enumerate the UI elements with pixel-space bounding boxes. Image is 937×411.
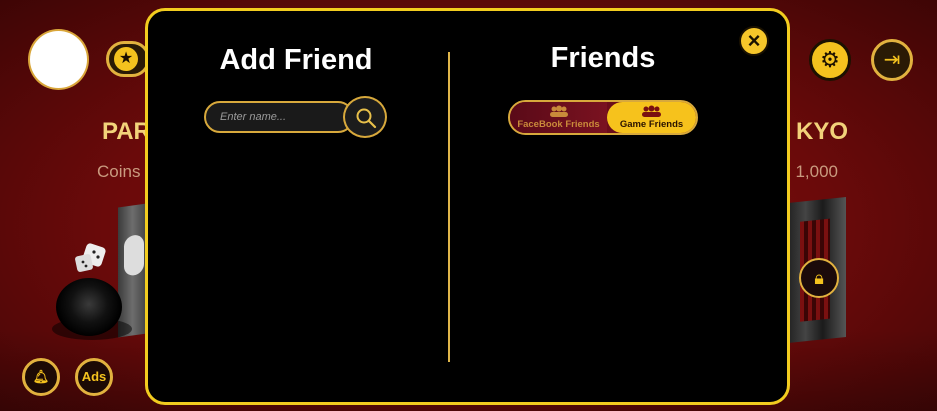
- striker-puck: [56, 278, 122, 336]
- lock-icon: 🔒︎: [814, 268, 824, 288]
- tab-game-friends[interactable]: Game Friends: [607, 102, 696, 133]
- people-icon: [550, 105, 568, 117]
- people-icon: [642, 105, 661, 117]
- star-icon: ★: [114, 47, 138, 71]
- search-icon: [356, 108, 377, 129]
- tab-facebook-friends[interactable]: FaceBook Friends: [510, 102, 607, 133]
- add-friend-title: Add Friend: [219, 44, 373, 76]
- close-button[interactable]: ×: [739, 26, 769, 56]
- ads-button[interactable]: Ads: [75, 358, 113, 396]
- friends-title: Friends: [550, 42, 656, 74]
- tab-facebook-label: FaceBook Friends: [517, 119, 600, 130]
- right-city-title: KYO: [796, 118, 849, 145]
- friends-tab-toggle: FaceBook Friends Game Friends: [508, 100, 698, 135]
- avatar[interactable]: [30, 31, 87, 88]
- modal-divider: [448, 52, 450, 362]
- lock-button[interactable]: 🔒︎: [799, 258, 839, 298]
- settings-button[interactable]: ⚙: [809, 39, 851, 81]
- star-button[interactable]: ★: [106, 41, 150, 77]
- left-city-title: PAR: [102, 118, 151, 145]
- gear-icon: ⚙: [820, 47, 840, 72]
- close-icon: ×: [747, 28, 761, 53]
- right-coins-label: : 1,000: [786, 162, 838, 181]
- ads-label: Ads: [81, 369, 107, 384]
- search-button[interactable]: [343, 96, 387, 138]
- notification-button[interactable]: 🔔︎: [22, 358, 60, 396]
- exit-icon: ⇥: [883, 49, 901, 71]
- search-input[interactable]: [220, 103, 340, 131]
- tab-game-label: Game Friends: [619, 119, 684, 130]
- search-field: [204, 101, 354, 133]
- bell-icon: 🔔︎: [32, 369, 50, 384]
- exit-button[interactable]: ⇥: [871, 39, 913, 81]
- dice-icon: [75, 243, 106, 272]
- left-coins-label: Coins: [97, 162, 141, 181]
